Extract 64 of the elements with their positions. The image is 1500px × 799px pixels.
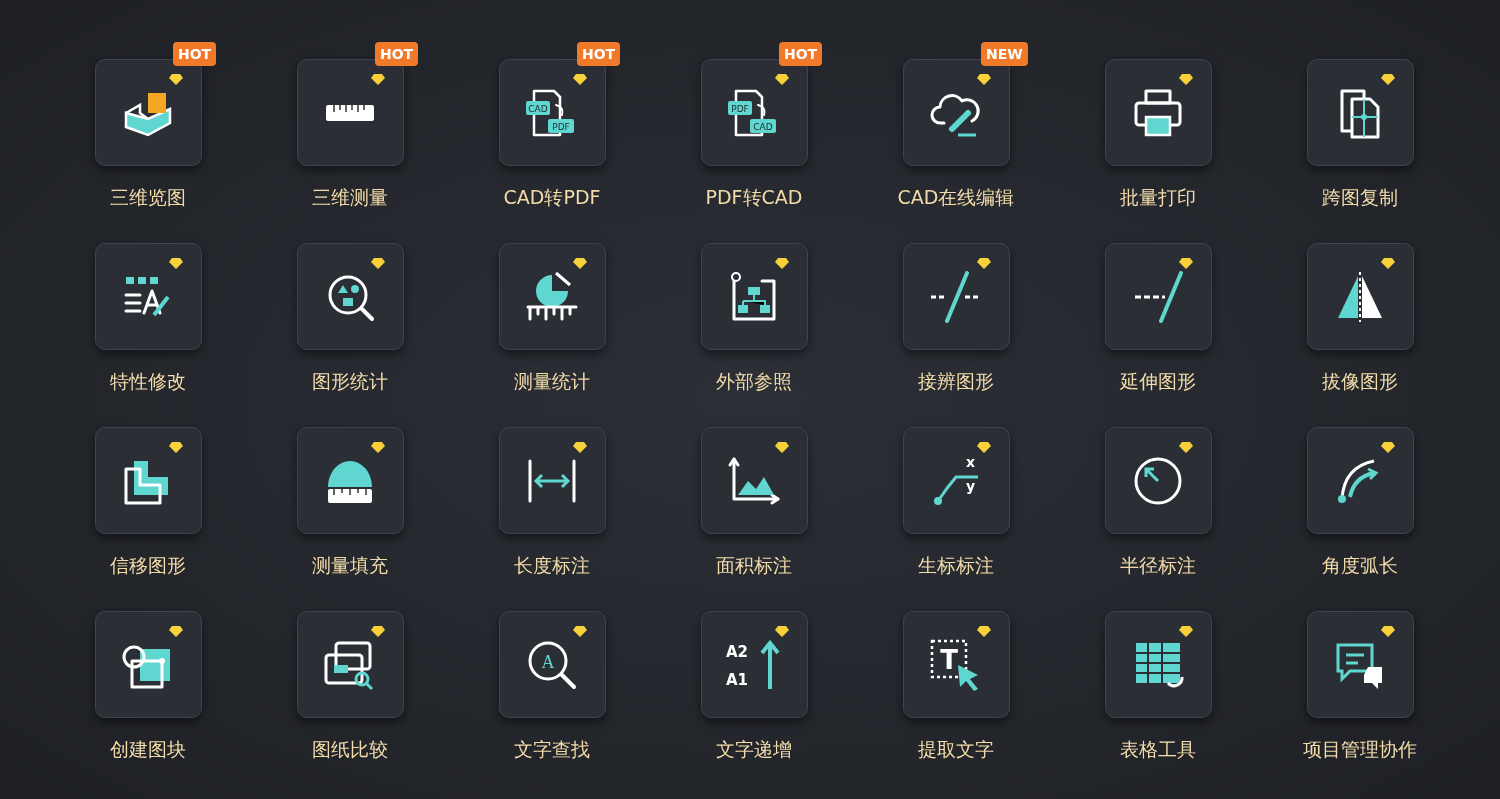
tool-label: 项目管理协作 <box>1303 737 1417 762</box>
tool-tile[interactable] <box>498 243 606 350</box>
tool-tile[interactable] <box>498 427 606 534</box>
line-extend-icon <box>1133 270 1183 323</box>
tool-tile[interactable] <box>296 59 404 166</box>
tool-tile[interactable] <box>1104 611 1212 718</box>
tool-label: 表格工具 <box>1120 737 1196 762</box>
tool-label: 测量填充 <box>312 553 388 578</box>
tool-tile[interactable] <box>1104 243 1212 350</box>
tool-tile[interactable]: PDF CAD <box>700 59 808 166</box>
tool-label: 测量统计 <box>514 369 590 394</box>
tool-tile[interactable] <box>1306 427 1414 534</box>
tool-label: 接辨图形 <box>918 369 994 394</box>
tool-tile[interactable] <box>94 611 202 718</box>
tool-label: 创建图块 <box>110 737 186 762</box>
tool-label: 批量打印 <box>1120 185 1196 210</box>
tool-label: 生标标注 <box>918 553 994 578</box>
mirror-triangle-icon <box>1336 269 1384 324</box>
tool-tile[interactable] <box>1306 611 1414 718</box>
tool-label: 图形统计 <box>312 369 388 394</box>
tool-tile[interactable] <box>902 243 1010 350</box>
tool-tile[interactable] <box>296 427 404 534</box>
tool-label: 延伸图形 <box>1120 369 1196 394</box>
tool-label: 特性修改 <box>110 369 186 394</box>
tool-tile[interactable] <box>1306 243 1414 350</box>
tool-tile[interactable] <box>1306 59 1414 166</box>
tool-label: 跨图复制 <box>1322 185 1398 210</box>
tool-label: 信移图形 <box>110 553 186 578</box>
tool-label: 提取文字 <box>918 737 994 762</box>
tool-tile[interactable]: T <box>902 611 1010 718</box>
tool-tile[interactable]: CAD PDF <box>498 59 606 166</box>
status-tag: HOT <box>577 42 621 66</box>
tool-tile[interactable] <box>296 243 404 350</box>
tool-tile[interactable] <box>1104 59 1212 166</box>
status-tag: HOT <box>173 42 217 66</box>
tool-tile[interactable]: x y <box>902 427 1010 534</box>
tool-label: 半径标注 <box>1120 553 1196 578</box>
ruler-icon <box>324 102 376 123</box>
tool-label: PDF转CAD <box>705 185 803 210</box>
tool-label: 文字递增 <box>716 737 792 762</box>
tool-tile[interactable] <box>1104 427 1212 534</box>
tool-label: 三维览图 <box>110 185 186 210</box>
status-tag: HOT <box>779 42 823 66</box>
tool-label: 角度弧长 <box>1322 553 1398 578</box>
tool-label: 拔像图形 <box>1322 369 1398 394</box>
tool-label: 三维测量 <box>312 185 388 210</box>
tool-tile[interactable] <box>700 427 808 534</box>
tool-tile[interactable] <box>296 611 404 718</box>
tool-tile[interactable] <box>94 427 202 534</box>
tool-label: CAD在线编辑 <box>897 185 1015 210</box>
tool-label: 外部参照 <box>716 369 792 394</box>
tool-tile[interactable] <box>700 243 808 350</box>
status-tag: NEW <box>981 42 1028 66</box>
tool-tile[interactable] <box>94 59 202 166</box>
status-tag: HOT <box>375 42 419 66</box>
tool-label: 图纸比较 <box>312 737 388 762</box>
tool-label: 长度标注 <box>514 553 590 578</box>
tool-label: 面积标注 <box>716 553 792 578</box>
tool-label: 文字查找 <box>514 737 590 762</box>
tool-tile[interactable]: A <box>498 611 606 718</box>
tool-tile[interactable] <box>902 59 1010 166</box>
tool-label: CAD转PDF <box>503 185 601 210</box>
tool-tile[interactable]: A2 A1 <box>700 611 808 718</box>
tool-tile[interactable] <box>94 243 202 350</box>
